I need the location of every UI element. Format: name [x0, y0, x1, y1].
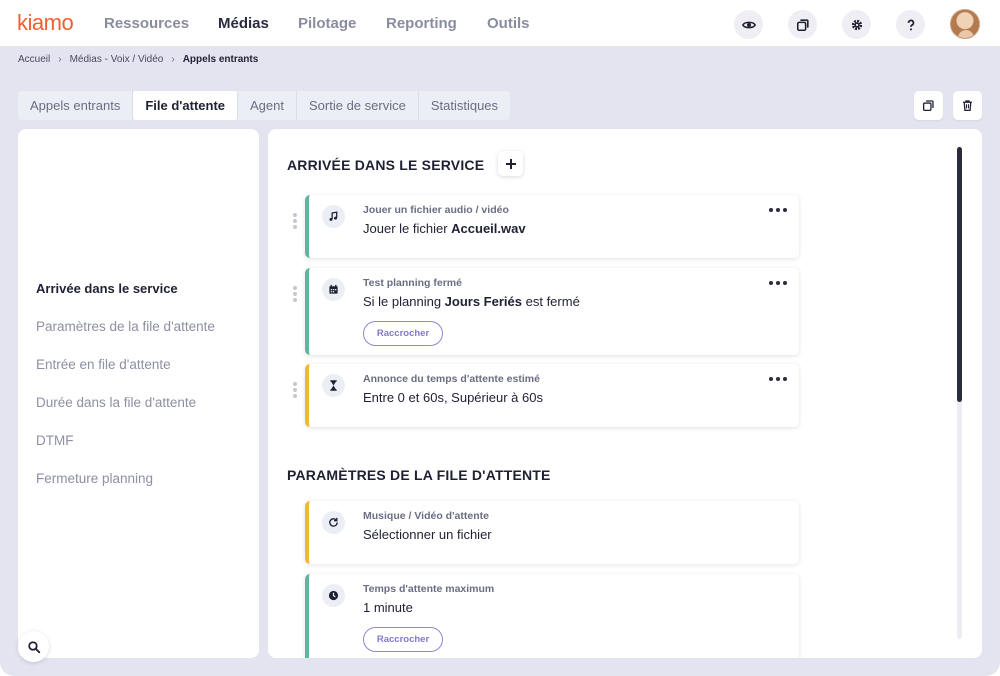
raccrocher-button[interactable]: Raccrocher	[363, 627, 443, 652]
tab-agent[interactable]: Agent	[238, 91, 297, 120]
section-navigation-panel: Arrivée dans le service Paramètres de la…	[18, 129, 259, 658]
drag-handle[interactable]	[292, 382, 298, 398]
section-title-parametres: PARAMÈTRES DE LA FILE D'ATTENTE	[287, 467, 551, 483]
breadcrumb-medias[interactable]: Médias - Voix / Vidéo	[70, 54, 164, 65]
card-title: Musique / Vidéo d'attente	[363, 510, 489, 522]
app-frame: kiamo Ressources Médias Pilotage Reporti…	[0, 0, 1000, 676]
windows-button[interactable]	[788, 10, 817, 39]
tab-appels-entrants[interactable]: Appels entrants	[18, 91, 134, 120]
duplicate-button[interactable]	[914, 91, 943, 120]
more-options-button[interactable]	[769, 374, 787, 384]
nav-item-reporting[interactable]: Reporting	[386, 15, 457, 32]
sidebar-item-duree[interactable]: Durée dans la file d'attente	[36, 395, 196, 410]
action-card[interactable]: Jouer un fichier audio / vidéo Jouer le …	[293, 195, 799, 258]
card-title: Temps d'attente maximum	[363, 583, 495, 595]
more-options-button[interactable]	[769, 278, 787, 288]
nav-item-medias[interactable]: Médias	[218, 15, 269, 32]
clock-icon	[322, 584, 345, 607]
breadcrumb-separator: ›	[171, 54, 175, 65]
raccrocher-button[interactable]: Raccrocher	[363, 321, 443, 346]
gear-icon	[851, 19, 862, 30]
action-card[interactable]: Temps d'attente maximum 1 minute Raccroc…	[305, 574, 799, 658]
top-navigation: kiamo Ressources Médias Pilotage Reporti…	[0, 0, 1000, 47]
more-options-button[interactable]	[769, 205, 787, 215]
drag-handle[interactable]	[292, 213, 298, 229]
card-title: Jouer un fichier audio / vidéo	[363, 204, 509, 216]
nav-item-ressources[interactable]: Ressources	[104, 15, 189, 32]
card-description: Entre 0 et 60s, Supérieur à 60s	[363, 390, 543, 405]
nav-item-pilotage[interactable]: Pilotage	[298, 15, 356, 32]
settings-button[interactable]	[842, 10, 871, 39]
add-action-button[interactable]	[498, 151, 523, 176]
hourglass-icon	[322, 374, 345, 397]
card-description: 1 minute	[363, 600, 413, 615]
calendar-icon	[322, 278, 345, 301]
kiamo-logo[interactable]: kiamo	[17, 10, 74, 36]
action-card[interactable]: Musique / Vidéo d'attente Sélectionner u…	[305, 501, 799, 564]
main-panel: ARRIVÉE DANS LE SERVICE Jouer un fichier…	[268, 129, 982, 658]
plus-icon	[505, 158, 516, 169]
section-title-arrivee: ARRIVÉE DANS LE SERVICE	[287, 157, 485, 173]
refresh-icon	[322, 511, 345, 534]
search-icon	[27, 640, 40, 653]
breadcrumb-current: Appels entrants	[182, 54, 259, 65]
preview-button[interactable]	[734, 10, 763, 39]
breadcrumb: Accueil › Médias - Voix / Vidéo › Appels…	[18, 54, 258, 65]
window-icon	[796, 18, 809, 31]
tab-file-attente[interactable]: File d'attente	[133, 91, 239, 120]
music-note-icon	[322, 205, 345, 228]
search-button[interactable]	[18, 631, 49, 662]
trash-icon	[963, 100, 972, 112]
sidebar-item-parametres[interactable]: Paramètres de la file d'attente	[36, 319, 215, 334]
sidebar-item-entree[interactable]: Entrée en file d'attente	[36, 357, 171, 372]
card-description: Jouer le fichier Accueil.wav	[363, 221, 526, 236]
action-card[interactable]: Test planning fermé Si le planning Jours…	[293, 268, 799, 355]
drag-handle[interactable]	[292, 286, 298, 302]
help-button[interactable]	[896, 10, 925, 39]
breadcrumb-separator: ›	[58, 54, 62, 65]
tab-sortie-de-service[interactable]: Sortie de service	[297, 91, 419, 120]
breadcrumb-home[interactable]: Accueil	[18, 54, 50, 65]
scrollbar-thumb[interactable]	[957, 147, 962, 402]
help-icon	[907, 19, 914, 30]
sidebar-item-arrivee[interactable]: Arrivée dans le service	[36, 281, 178, 296]
tab-bar: Appels entrants File d'attente Agent Sor…	[18, 91, 511, 120]
sidebar-item-fermeture[interactable]: Fermeture planning	[36, 471, 153, 486]
card-description: Sélectionner un fichier	[363, 527, 492, 542]
delete-button[interactable]	[953, 91, 982, 120]
copy-icon	[922, 100, 934, 112]
action-card[interactable]: Annonce du temps d'attente estimé Entre …	[293, 364, 799, 427]
tab-statistiques[interactable]: Statistiques	[419, 91, 510, 120]
nav-item-outils[interactable]: Outils	[487, 15, 530, 32]
user-avatar[interactable]	[950, 9, 980, 39]
sidebar-item-dtmf[interactable]: DTMF	[36, 433, 74, 448]
card-title: Test planning fermé	[363, 277, 462, 289]
card-description: Si le planning Jours Feriés est fermé	[363, 294, 580, 309]
eye-icon	[741, 21, 756, 28]
card-title: Annonce du temps d'attente estimé	[363, 373, 540, 385]
